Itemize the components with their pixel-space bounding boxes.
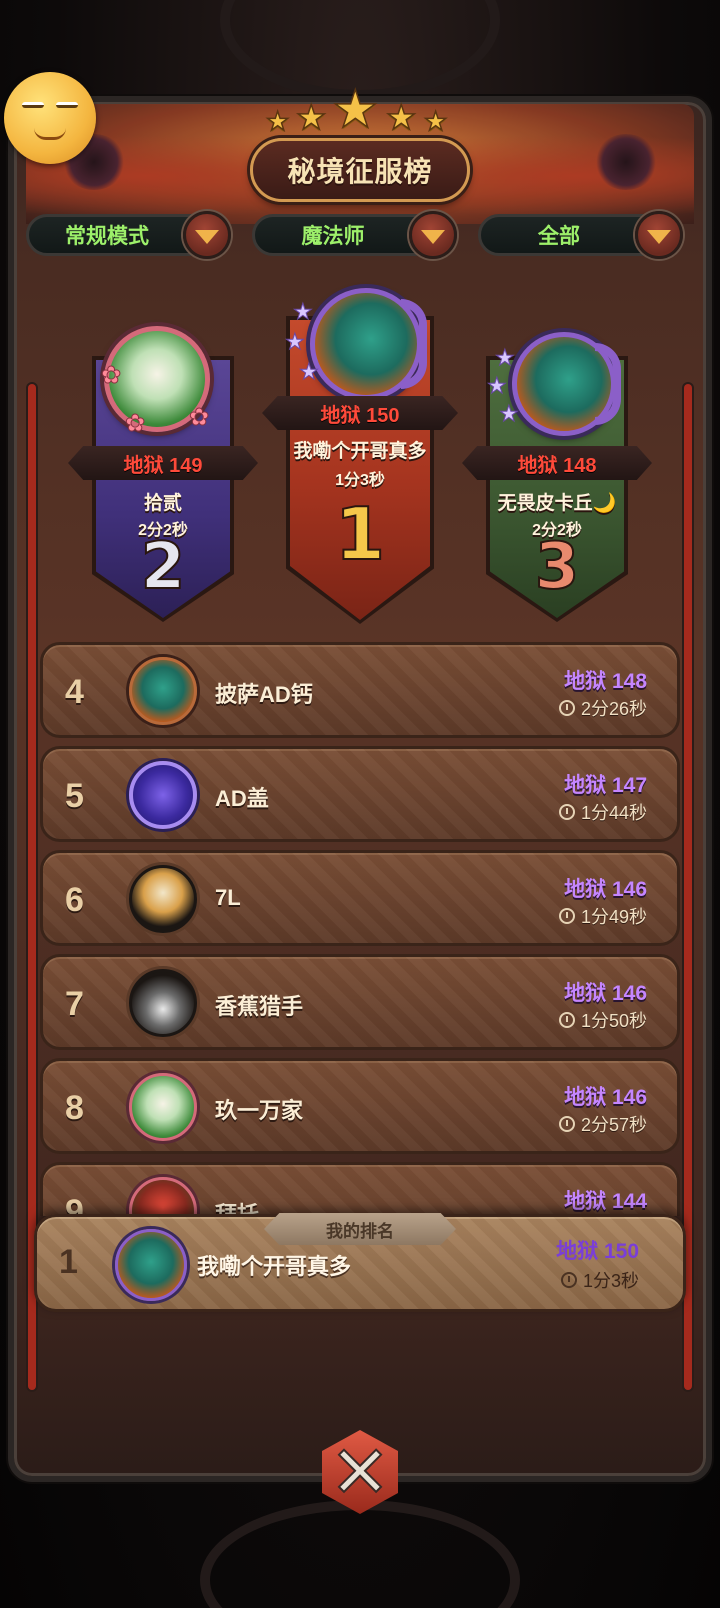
podium-1-rank: 1	[334, 491, 386, 577]
row-player-name: 香蕉猎手	[215, 994, 304, 1019]
row-rank: 9	[65, 1193, 84, 1216]
mode-filter-dropdown[interactable]: 常规模式	[26, 211, 231, 259]
podium-2-level-ribbon: 地狱 149	[68, 446, 258, 480]
row-level: 地狱 146	[564, 878, 647, 901]
dragon-emblem-avatar	[115, 1229, 187, 1301]
podium-1-time: 1分3秒	[335, 472, 385, 489]
row-time: 1分49秒	[580, 907, 647, 927]
podium-1-name: 我嘞个开哥真多	[293, 441, 427, 462]
row-level: 地狱 146	[564, 1086, 647, 1109]
row-time: 2分57秒	[580, 1115, 647, 1135]
row-time: 1分44秒	[580, 803, 647, 823]
flower-icon: ✿	[100, 362, 122, 390]
star-icon: ★	[293, 299, 314, 325]
dragon-emblem-avatar: ★ ★ ★	[285, 288, 427, 400]
clock-icon	[558, 1012, 575, 1028]
row-rank: 6	[65, 881, 84, 919]
my-rank-name: 我嘞个开哥真多	[197, 1254, 352, 1279]
close-icon: ✕	[329, 1432, 391, 1514]
star-icon: ★	[295, 98, 327, 138]
my-rank-level: 地狱 150	[556, 1240, 639, 1263]
flower-spirit-avatar	[129, 1073, 197, 1141]
podium-3-rank: 3	[534, 529, 581, 605]
wizard-avatar	[129, 969, 197, 1037]
row-level: 地狱 144	[564, 1190, 647, 1213]
scope-filter-dropdown[interactable]: 全部	[478, 211, 683, 259]
fox-avatar	[129, 865, 197, 933]
dragon-flower-avatar	[129, 657, 197, 725]
chevron-down-icon[interactable]	[635, 211, 683, 259]
clock-icon	[558, 1116, 575, 1132]
page-title: 秘境征服榜	[287, 156, 433, 187]
flower-icon: ✿	[188, 404, 210, 432]
star-icon: ★	[265, 105, 290, 137]
ranking-row[interactable]: 8 玖一万家 地狱 146 2分57秒	[40, 1058, 680, 1154]
my-rank-tab: 我的排名	[264, 1213, 456, 1245]
robot-flower-avatar	[129, 1177, 197, 1216]
star-icon: ★	[499, 401, 520, 427]
row-rank: 5	[65, 777, 84, 815]
row-time: 1分50秒	[580, 1011, 647, 1031]
ranking-list[interactable]: 4 披萨AD钙 地狱 148 2分26秒 5 AD盖 地狱 147 1分44秒 …	[40, 636, 680, 1216]
ranking-row[interactable]: 6 7L 地狱 146 1分49秒	[40, 850, 680, 946]
dragon-emblem-avatar: ★ ★ ★	[487, 332, 621, 436]
ranking-row[interactable]: 5 AD盖 地狱 147 1分44秒	[40, 746, 680, 842]
title-plaque: 秘境征服榜	[250, 138, 470, 202]
clock-icon	[558, 804, 575, 820]
chevron-down-icon[interactable]	[409, 211, 457, 259]
ranking-row[interactable]: 7 香蕉猎手 地狱 146 1分50秒	[40, 954, 680, 1050]
row-rank: 4	[65, 673, 84, 711]
rating-stars: ★ ★ ★ ★ ★	[262, 80, 458, 140]
row-level: 地狱 146	[564, 982, 647, 1005]
class-filter-dropdown[interactable]: 魔法师	[252, 211, 457, 259]
my-rank-time: 1分3秒	[582, 1271, 639, 1291]
podium-1-level-ribbon: 地狱 150	[262, 396, 458, 430]
ranking-row[interactable]: 9 拜托 地狱 144	[40, 1162, 680, 1216]
moon-orb-avatar	[129, 761, 197, 829]
row-player-name: 玖一万家	[215, 1098, 304, 1123]
star-icon: ★	[299, 359, 320, 385]
podium-2-level: 地狱 149	[123, 454, 203, 477]
star-icon: ★	[285, 329, 306, 355]
star-icon: ★	[487, 373, 508, 399]
podium-2-name: 拾贰	[143, 493, 182, 514]
podium-3-level-ribbon: 地狱 148	[462, 446, 652, 480]
player-avatar-emoji[interactable]	[4, 72, 96, 164]
star-icon: ★	[385, 98, 417, 138]
ranking-row[interactable]: 4 披萨AD钙 地狱 148 2分26秒	[40, 642, 680, 738]
clock-icon	[560, 1272, 577, 1288]
podium-2-rank: 2	[140, 529, 187, 605]
flower-icon: ✿	[124, 410, 146, 438]
my-rank-tab-label: 我的排名	[326, 1221, 394, 1241]
row-rank: 8	[65, 1089, 84, 1127]
star-icon: ★	[423, 105, 448, 137]
clock-icon	[558, 908, 575, 924]
row-level: 地狱 147	[564, 774, 647, 797]
row-player-name: 7L	[215, 885, 241, 910]
podium-3-name: 无畏皮卡丘🌙	[497, 493, 617, 514]
flower-spirit-avatar: ✿ ✿ ✿	[100, 326, 210, 438]
star-icon: ★	[331, 80, 379, 140]
podium-1-level: 地狱 150	[320, 404, 400, 427]
close-button[interactable]: ✕	[300, 1412, 420, 1532]
row-level: 地狱 148	[564, 670, 647, 693]
row-player-name: 披萨AD钙	[215, 682, 313, 707]
row-rank: 7	[65, 985, 84, 1023]
podium-3-level: 地狱 148	[517, 454, 597, 477]
clock-icon	[558, 700, 575, 716]
chevron-down-icon[interactable]	[183, 211, 231, 259]
my-rank-number: 1	[59, 1243, 78, 1281]
star-icon: ★	[495, 345, 516, 371]
row-player-name: AD盖	[215, 786, 269, 811]
row-time: 2分26秒	[580, 699, 647, 719]
